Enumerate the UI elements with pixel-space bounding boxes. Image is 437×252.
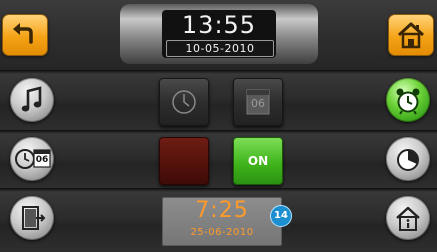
row-band — [0, 74, 437, 130]
step-number-badge: 14 — [270, 205, 292, 227]
current-date: 10-05-2010 — [185, 42, 255, 55]
on-label: ON — [247, 154, 269, 168]
exit-button[interactable] — [10, 196, 54, 240]
alarm-time: 7:25 — [195, 198, 249, 223]
on-button[interactable]: ON — [233, 137, 283, 185]
day-setting-button[interactable]: 06 — [233, 78, 283, 126]
off-label — [160, 138, 208, 184]
home-info-button[interactable] — [386, 196, 430, 240]
music-note-icon — [21, 86, 42, 112]
clock-calendar-button[interactable]: 06 — [10, 137, 54, 181]
alarm-settings-screen: 13:55 10-05-2010 06 06 ON 7:25 25-06-201… — [0, 0, 437, 252]
alarm-button[interactable] — [386, 78, 430, 122]
statistics-button[interactable] — [386, 137, 430, 181]
door-exit-icon — [22, 206, 46, 230]
day-label: 06 — [251, 97, 265, 110]
row-band — [0, 134, 437, 188]
back-arrow-icon — [13, 23, 33, 44]
pie-chart-icon — [397, 149, 419, 171]
home-icon — [397, 22, 425, 49]
current-time: 13:55 — [181, 11, 257, 39]
off-button[interactable] — [159, 137, 209, 185]
back-button[interactable] — [2, 14, 48, 56]
time-setting-button[interactable] — [159, 78, 209, 126]
calendar-day: 06 — [35, 155, 49, 165]
alarm-clock-icon — [396, 88, 420, 115]
alarm-date: 25-06-2010 — [190, 227, 254, 238]
home-button[interactable] — [388, 14, 434, 56]
clock-icon — [172, 90, 196, 114]
home-info-icon — [396, 206, 420, 231]
music-button[interactable] — [10, 78, 54, 122]
